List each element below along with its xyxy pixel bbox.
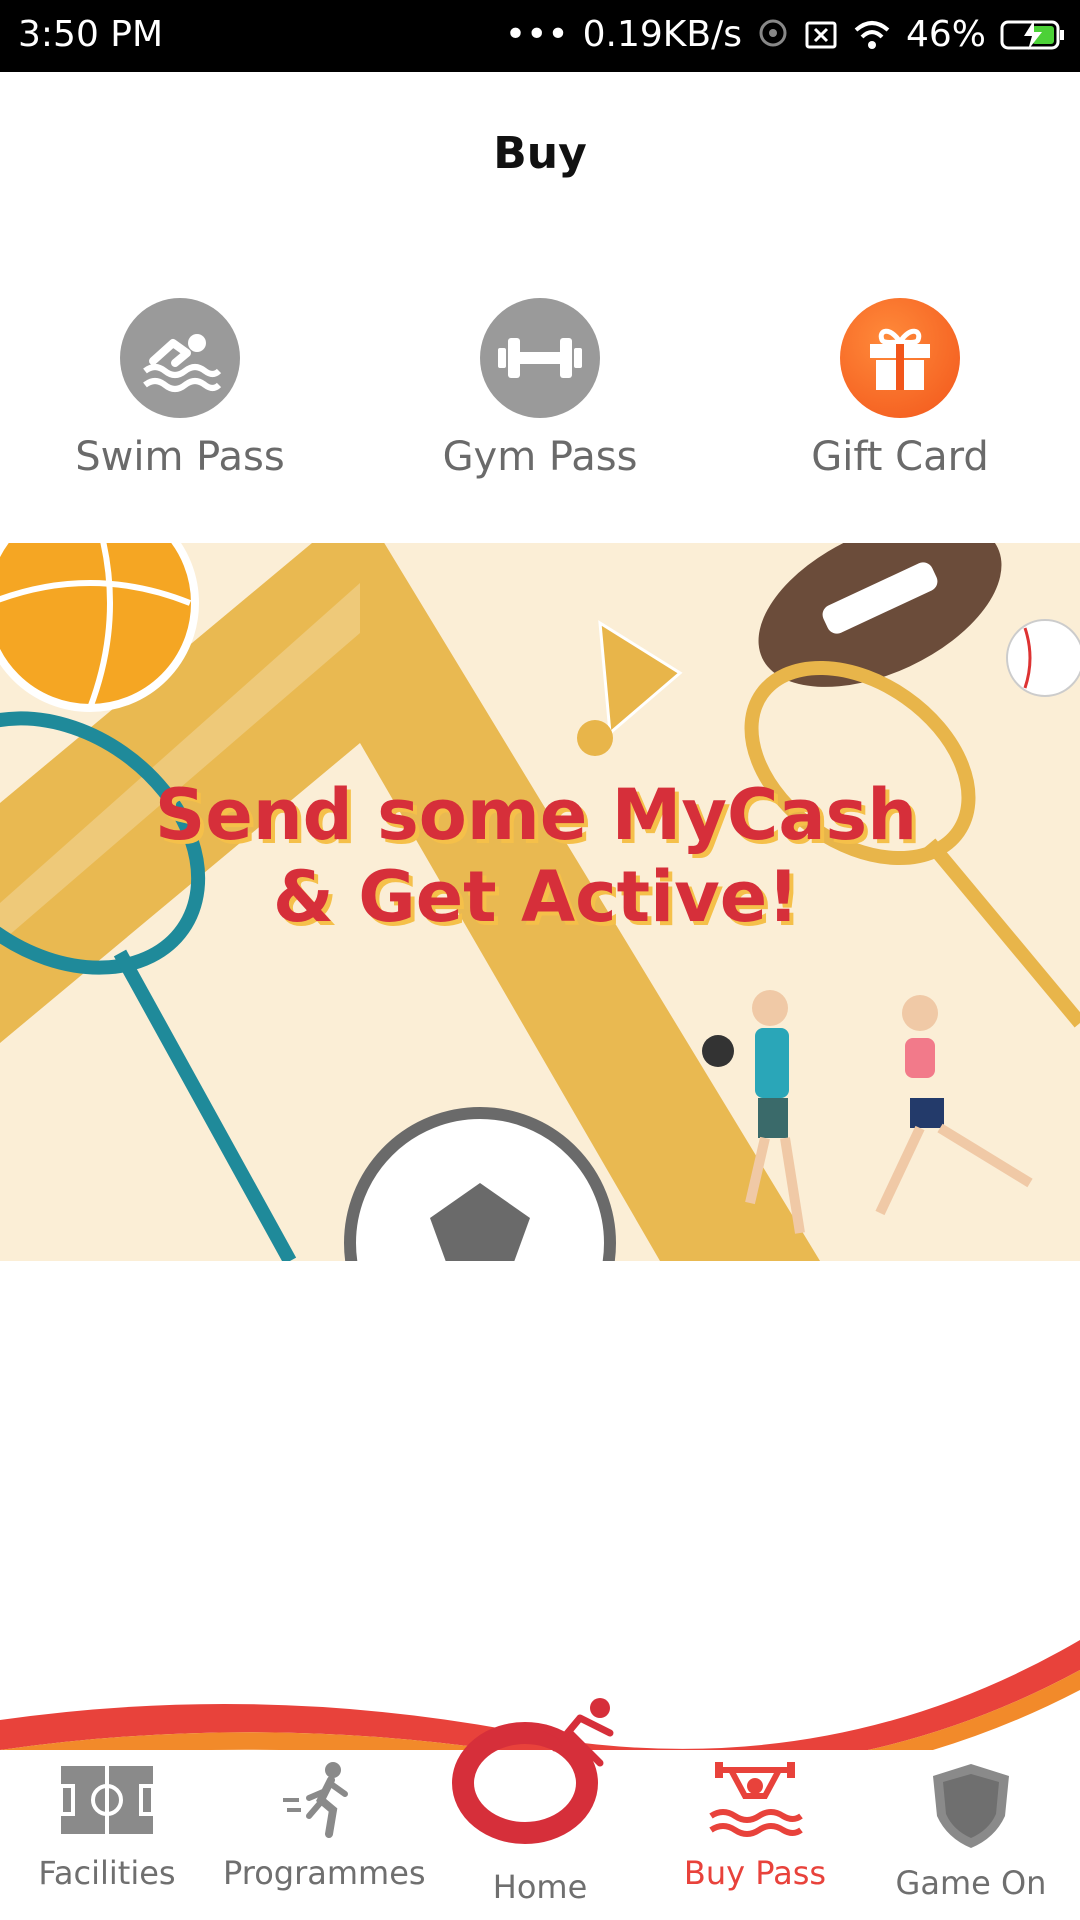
battery-percent: 46% — [905, 14, 986, 55]
swim-pass-label: Swim Pass — [75, 434, 285, 480]
banner-title-line2: & Get Active! — [273, 856, 799, 938]
nav-buy-pass[interactable]: Buy Pass — [655, 1760, 855, 1892]
network-speed: 0.19KB/s — [582, 14, 742, 55]
gift-card-option[interactable]: Gift Card — [750, 298, 1050, 480]
battery-charging-icon — [1000, 19, 1064, 50]
page-title: Buy — [493, 128, 587, 179]
sim-off-icon — [805, 21, 837, 48]
promo-banner[interactable]: Send some MyCash Send some MyCash & Get … — [0, 543, 1080, 1261]
swimmer-icon[interactable] — [120, 298, 240, 418]
hotspot-icon — [759, 19, 787, 46]
gym-pass-label: Gym Pass — [442, 434, 638, 480]
gift-icon[interactable] — [840, 298, 960, 418]
nav-game-on[interactable]: Game On — [871, 1760, 1071, 1902]
swim-pass-option[interactable]: Swim Pass — [30, 298, 330, 480]
gym-pass-option[interactable]: Gym Pass — [390, 298, 690, 480]
nav-programmes-label: Programmes — [223, 1854, 426, 1892]
banner-title-line1: Send some MyCash — [155, 774, 917, 856]
small-ball-icon — [702, 1035, 734, 1067]
status-time: 3:50 PM — [18, 14, 164, 55]
nav-programmes[interactable]: Programmes — [223, 1760, 426, 1892]
shield-icon — [933, 1764, 1009, 1848]
weightlifter-swim-icon — [709, 1762, 803, 1837]
baseball-icon — [1006, 619, 1080, 697]
more-dots-icon: ••• — [504, 14, 569, 55]
home-logo-icon[interactable] — [450, 1678, 640, 1848]
wifi-icon — [854, 20, 890, 49]
nav-facilities-label: Facilities — [38, 1854, 176, 1892]
nav-home-label[interactable]: Home — [440, 1868, 640, 1906]
status-bar: 3:50 PM ••• 0.19KB/s 46% — [0, 0, 1080, 72]
nav-buy-pass-label: Buy Pass — [683, 1854, 827, 1892]
dumbbell-icon[interactable] — [480, 298, 600, 418]
field-icon — [59, 1766, 155, 1834]
runner-icon — [283, 1762, 348, 1838]
nav-facilities[interactable]: Facilities — [7, 1760, 207, 1892]
gift-card-label: Gift Card — [811, 434, 989, 480]
nav-game-on-label: Game On — [895, 1864, 1047, 1902]
